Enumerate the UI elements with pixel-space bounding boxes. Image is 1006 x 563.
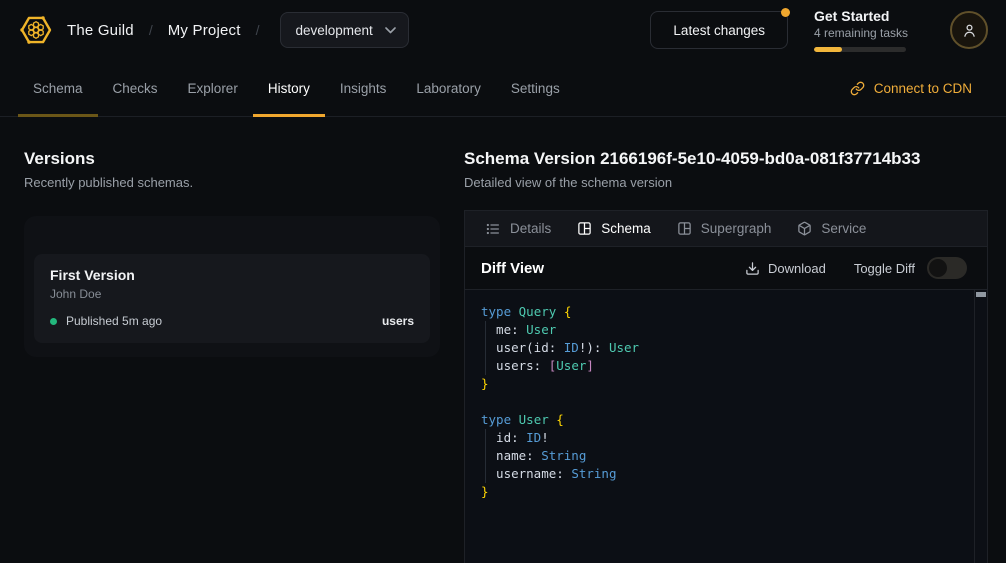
schema-code-viewer[interactable]: type Query { me: User user(id: ID!): Use… (465, 290, 987, 563)
version-meta-row: Published 5m ago users (50, 314, 414, 328)
columns-icon (677, 221, 692, 236)
code-line: users: [User] (481, 357, 969, 375)
list-icon (485, 221, 501, 237)
detail-tab-details[interactable]: Details (485, 221, 551, 237)
get-started-title: Get Started (814, 8, 924, 24)
link-icon (850, 81, 865, 96)
code-line: type Query { (481, 303, 969, 321)
header-actions: Latest changes Get Started 4 remaining t… (650, 8, 988, 52)
code-line (481, 393, 969, 411)
target-selector[interactable]: development (280, 12, 408, 48)
columns-icon (577, 221, 592, 236)
latest-changes-button[interactable]: Latest changes (650, 11, 788, 49)
version-status: Published 5m ago (50, 314, 162, 328)
org-breadcrumb[interactable]: The Guild (67, 22, 134, 39)
published-dot (50, 318, 57, 325)
code-line: username: String (481, 465, 969, 483)
detail-tab-service[interactable]: Service (797, 221, 866, 236)
tab-label: Settings (511, 81, 560, 96)
toggle-diff-control: Toggle Diff (854, 257, 967, 279)
code-content: type Query { me: User user(id: ID!): Use… (481, 303, 969, 501)
version-author: John Doe (50, 287, 414, 301)
connect-cdn-button[interactable]: Connect to CDN (850, 60, 972, 116)
header: The Guild / My Project / development Lat… (0, 0, 1006, 60)
tab-label: History (268, 81, 310, 96)
target-nav: Schema Checks Explorer History Insights Labor… (0, 60, 1006, 117)
code-line: id: ID! (481, 429, 969, 447)
main-content: Versions Recently published schemas. Fir… (0, 117, 1006, 563)
user-menu-button[interactable] (950, 11, 988, 49)
tab-explorer[interactable]: Explorer (173, 60, 253, 116)
box-icon (797, 221, 812, 236)
download-button[interactable]: Download (745, 261, 826, 276)
breadcrumb-separator: / (147, 22, 155, 38)
detail-tab-list: Details Schema Supergraph Service (465, 211, 987, 247)
tab-label: Explorer (188, 81, 238, 96)
breadcrumb: The Guild / My Project / development (18, 12, 409, 48)
schema-detail-card: Details Schema Supergraph Service Diff View… (464, 210, 988, 563)
notification-dot-badge (781, 8, 790, 17)
chevron-down-icon (385, 27, 396, 34)
toggle-diff-switch[interactable] (927, 257, 967, 279)
detail-tab-supergraph[interactable]: Supergraph (677, 221, 772, 236)
tab-settings[interactable]: Settings (496, 60, 575, 116)
version-status-label: Published 5m ago (66, 314, 162, 328)
version-service-badge: users (382, 314, 414, 328)
detail-tab-label: Details (510, 221, 551, 236)
detail-tab-label: Service (821, 221, 866, 236)
tab-indicator (253, 114, 325, 117)
versions-subtitle: Recently published schemas. (24, 175, 440, 190)
latest-changes-label: Latest changes (673, 23, 765, 38)
detail-tab-label: Schema (601, 221, 651, 236)
tab-label: Laboratory (416, 81, 481, 96)
breadcrumb-separator: / (254, 22, 262, 38)
detail-tab-label: Supergraph (701, 221, 772, 236)
diff-controls: Download Toggle Diff (745, 257, 967, 279)
progress-fill (814, 47, 842, 52)
code-line: type User { (481, 411, 969, 429)
code-line: name: String (481, 447, 969, 465)
tab-label: Insights (340, 81, 387, 96)
detail-tab-schema[interactable]: Schema (577, 221, 651, 236)
tab-label: Schema (33, 81, 83, 96)
version-list-item[interactable]: First Version John Doe Published 5m ago … (34, 254, 430, 343)
target-selector-value: development (295, 23, 372, 38)
tab-checks[interactable]: Checks (98, 60, 173, 116)
tab-history[interactable]: History (253, 60, 325, 116)
schema-version-subtitle: Detailed view of the schema version (464, 175, 988, 190)
user-icon (961, 22, 978, 39)
code-scrollbar[interactable] (974, 290, 987, 563)
code-line: } (481, 483, 969, 501)
scrollbar-thumb[interactable] (976, 292, 986, 297)
tab-schema[interactable]: Schema (18, 60, 98, 116)
get-started-progress-bar (814, 47, 906, 52)
schema-version-title: Schema Version 2166196f-5e10-4059-bd0a-0… (464, 149, 988, 169)
code-line: } (481, 375, 969, 393)
get-started-subtitle: 4 remaining tasks (814, 26, 924, 40)
code-line: user(id: ID!): User (481, 339, 969, 357)
toggle-diff-label: Toggle Diff (854, 261, 915, 276)
hive-logo-icon[interactable] (18, 12, 54, 48)
version-name: First Version (50, 267, 414, 283)
version-detail-panel: Schema Version 2166196f-5e10-4059-bd0a-0… (464, 117, 1006, 563)
version-list: First Version John Doe Published 5m ago … (24, 216, 440, 357)
versions-panel: Versions Recently published schemas. Fir… (0, 117, 464, 563)
code-line: me: User (481, 321, 969, 339)
download-label: Download (768, 261, 826, 276)
switch-knob (929, 259, 947, 277)
tab-indicator (18, 114, 98, 117)
versions-title: Versions (24, 149, 440, 169)
project-breadcrumb[interactable]: My Project (168, 22, 241, 39)
tab-label: Checks (113, 81, 158, 96)
tab-insights[interactable]: Insights (325, 60, 402, 116)
tab-laboratory[interactable]: Laboratory (401, 60, 496, 116)
target-tab-list: Schema Checks Explorer History Insights Labor… (18, 60, 575, 116)
download-icon (745, 261, 760, 276)
get-started-widget[interactable]: Get Started 4 remaining tasks (814, 8, 924, 52)
connect-cdn-label: Connect to CDN (874, 81, 972, 96)
diff-view-title: Diff View (481, 260, 544, 277)
diff-toolbar: Diff View Download Toggle Diff (465, 247, 987, 290)
